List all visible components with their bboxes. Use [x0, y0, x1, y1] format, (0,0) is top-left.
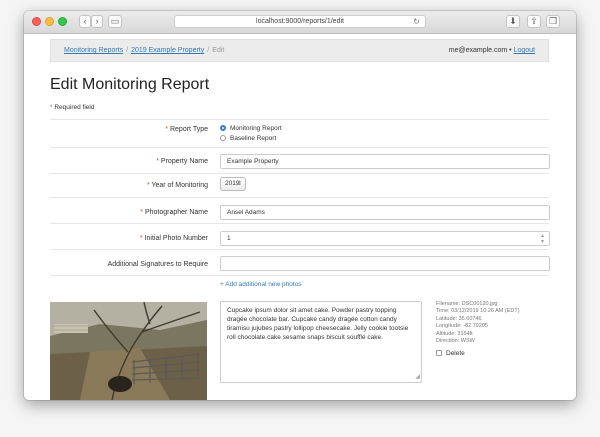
photo-metadata: Filename: DSC00120.jpg Time: 03/12/2019 … — [436, 301, 520, 345]
tabs-icon[interactable]: ❐ — [546, 15, 560, 28]
page-content: Monitoring Reports/2019 Example Property… — [24, 34, 576, 400]
signatures-input[interactable] — [220, 256, 550, 271]
breadcrumb-link-reports[interactable]: Monitoring Reports — [64, 47, 123, 54]
required-asterisk: * — [146, 182, 150, 189]
breadcrumb-bar: Monitoring Reports/2019 Example Property… — [50, 39, 549, 62]
breadcrumb-separator: / — [126, 47, 129, 54]
property-name-label-text: Property Name — [160, 158, 208, 165]
photo-direction: Direction: WSW — [436, 338, 475, 345]
year-select[interactable]: 2019 ⇕ — [220, 177, 246, 191]
initial-photo-value: 1 — [227, 235, 231, 242]
required-note: * Required field — [50, 104, 94, 111]
add-photos-link[interactable]: + Add additional new photos — [220, 281, 302, 288]
property-name-input[interactable]: Example Property — [220, 154, 550, 169]
close-window-button[interactable] — [32, 17, 41, 26]
divider — [50, 249, 549, 250]
download-icon[interactable]: ⬇ — [506, 15, 520, 28]
photo-time: Time: 03/12/2019 10:26 AM (EDT) — [436, 308, 520, 315]
required-asterisk: * — [50, 104, 53, 111]
initial-photo-label: * Initial Photo Number — [140, 235, 208, 242]
divider — [50, 119, 549, 120]
updown-arrow-icon: ⇕ — [236, 181, 242, 187]
radio-selected-icon[interactable] — [220, 125, 226, 131]
user-email: me@example.com — [448, 47, 508, 54]
photo-caption-textarea[interactable]: Cupcake ipsum dolor sit amet cake. Powde… — [220, 301, 422, 383]
browser-toolbar: ‹ › ▭ localhost:9000/reports/1/edit ↻ ⬇ … — [24, 11, 576, 34]
initial-photo-label-text: Initial Photo Number — [144, 235, 208, 242]
minimize-window-button[interactable] — [45, 17, 54, 26]
browser-window: ‹ › ▭ localhost:9000/reports/1/edit ↻ ⬇ … — [24, 11, 576, 400]
reload-icon[interactable]: ↻ — [413, 16, 420, 27]
photo-latitude: Latitude: 35.60746 — [436, 315, 482, 322]
radio-baseline-report[interactable]: Baseline Report — [220, 135, 276, 142]
radio-unselected-icon[interactable] — [220, 135, 226, 141]
back-arrow-icon[interactable]: ‹ — [79, 15, 91, 28]
page-title: Edit Monitoring Report — [50, 76, 210, 93]
breadcrumb-current: Edit — [212, 47, 225, 54]
delete-photo-checkbox[interactable]: Delete — [436, 350, 465, 357]
divider — [50, 147, 549, 148]
divider — [50, 223, 549, 224]
initial-photo-input[interactable]: 1 ▲ ▼ — [220, 231, 550, 246]
report-type-label: * Report Type — [165, 126, 208, 133]
required-note-text: Required field — [54, 104, 95, 111]
user-separator: • — [509, 47, 512, 54]
breadcrumb-link-property[interactable]: 2019 Example Property — [131, 47, 204, 54]
required-asterisk: * — [165, 126, 169, 133]
delete-label: Delete — [446, 350, 465, 357]
resize-handle-icon[interactable]: ◢ — [415, 373, 420, 382]
year-label: * Year of Monitoring — [147, 182, 208, 189]
report-type-label-text: Report Type — [169, 126, 208, 133]
radio-monitoring-label: Monitoring Report — [230, 125, 282, 132]
year-label-text: Year of Monitoring — [151, 182, 208, 189]
breadcrumb: Monitoring Reports/2019 Example Property… — [64, 40, 224, 61]
breadcrumb-separator: / — [207, 47, 210, 54]
photographer-input[interactable]: Ansel Adams — [220, 205, 550, 220]
property-name-label: * Property Name — [156, 158, 208, 165]
photo-altitude: Altitude: 3164ft — [436, 330, 473, 337]
address-bar-text: localhost:9000/reports/1/edit — [256, 18, 344, 25]
radio-baseline-label: Baseline Report — [230, 135, 277, 142]
stepper-icon[interactable]: ▲ ▼ — [540, 232, 545, 245]
photographer-label: * Photographer Name — [140, 209, 208, 216]
user-menu: me@example.com • Logout — [449, 40, 535, 61]
divider — [50, 173, 549, 174]
logout-link[interactable]: Logout — [514, 47, 535, 54]
checkbox-icon[interactable] — [436, 350, 442, 356]
photo-caption-text: Cupcake ipsum dolor sit amet cake. Powde… — [227, 307, 409, 341]
photo-longitude: Longitude: -82.79205 — [436, 323, 488, 330]
address-bar[interactable]: localhost:9000/reports/1/edit ↻ — [174, 15, 426, 28]
required-asterisk: * — [140, 209, 143, 216]
sidebar-icon[interactable]: ▭ — [108, 15, 122, 28]
required-asterisk: * — [139, 235, 143, 242]
site-photo — [50, 302, 207, 400]
zoom-window-button[interactable] — [58, 17, 67, 26]
divider — [50, 275, 549, 276]
signatures-label: Additional Signatures to Require — [107, 261, 208, 268]
required-asterisk: * — [156, 158, 159, 165]
share-icon[interactable]: ⇪ — [527, 15, 541, 28]
photographer-label-text: Photographer Name — [144, 209, 208, 216]
forward-arrow-icon[interactable]: › — [91, 15, 103, 28]
photo-filename: Filename: DSC00120.jpg — [436, 301, 498, 307]
radio-monitoring-report[interactable]: Monitoring Report — [220, 125, 282, 132]
divider — [50, 197, 549, 198]
